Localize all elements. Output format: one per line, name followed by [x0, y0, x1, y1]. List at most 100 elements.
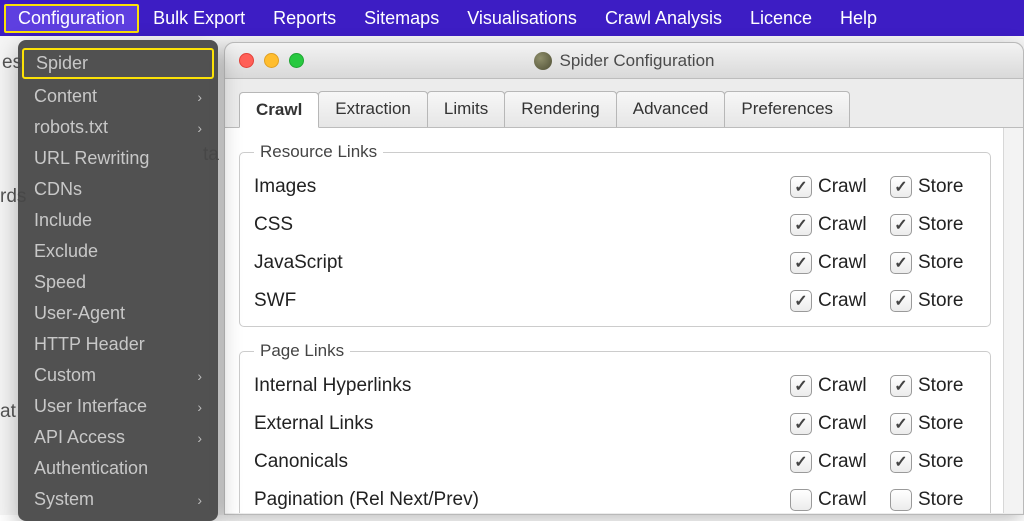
crawl-checkbox[interactable]	[790, 252, 812, 274]
option-store: Store	[890, 290, 982, 312]
submenu-exclude[interactable]: Exclude	[18, 236, 218, 267]
spider-icon	[534, 52, 552, 70]
option-crawl: Crawl	[790, 489, 882, 511]
submenu-cdns[interactable]: CDNs	[18, 174, 218, 205]
chevron-right-icon: ›	[197, 89, 202, 105]
option-label: Canonicals	[254, 451, 782, 473]
submenu-user-agent[interactable]: User-Agent	[18, 298, 218, 329]
submenu-api-access[interactable]: API Access ›	[18, 422, 218, 453]
option-crawl: Crawl	[790, 290, 882, 312]
dialog-title-text: Spider Configuration	[560, 51, 715, 71]
store-checkbox[interactable]	[890, 252, 912, 274]
option-crawl: Crawl	[790, 252, 882, 274]
tab-limits[interactable]: Limits	[427, 91, 505, 127]
submenu-authentication[interactable]: Authentication	[18, 453, 218, 484]
crawl-label: Crawl	[818, 489, 867, 511]
crawl-label: Crawl	[818, 176, 867, 198]
crawl-label: Crawl	[818, 413, 867, 435]
option-row: CSS Crawl Store	[254, 206, 982, 244]
store-checkbox[interactable]	[890, 214, 912, 236]
submenu-speed[interactable]: Speed	[18, 267, 218, 298]
submenu-label: Exclude	[34, 241, 98, 262]
crawl-label: Crawl	[818, 214, 867, 236]
crawl-label: Crawl	[818, 451, 867, 473]
crawl-tab-content: Resource LinksImagesCrawlStoreCSSCrawlSt…	[225, 128, 1003, 513]
tab-crawl[interactable]: Crawl	[239, 92, 319, 128]
store-checkbox[interactable]	[890, 451, 912, 473]
store-label: Store	[918, 413, 963, 435]
option-crawl: Crawl	[790, 413, 882, 435]
crawl-checkbox[interactable]	[790, 413, 812, 435]
menu-help[interactable]: Help	[826, 4, 891, 33]
tab-rendering[interactable]: Rendering	[504, 91, 616, 127]
crawl-checkbox[interactable]	[790, 375, 812, 397]
submenu-label: Spider	[36, 53, 88, 74]
crawl-checkbox[interactable]	[790, 214, 812, 236]
submenu-user-interface[interactable]: User Interface›	[18, 391, 218, 422]
store-checkbox[interactable]	[890, 290, 912, 312]
store-label: Store	[918, 214, 963, 236]
menu-visualisations[interactable]: Visualisations	[453, 4, 591, 33]
store-checkbox[interactable]	[890, 375, 912, 397]
option-crawl: Crawl	[790, 451, 882, 473]
store-checkbox[interactable]	[890, 176, 912, 198]
menu-sitemaps[interactable]: Sitemaps	[350, 4, 453, 33]
store-label: Store	[918, 375, 963, 397]
store-checkbox[interactable]	[890, 489, 912, 511]
menubar: ConfigurationBulk ExportReportsSitemapsV…	[0, 0, 1024, 36]
submenu-custom[interactable]: Custom ›	[18, 360, 218, 391]
tab-advanced[interactable]: Advanced	[616, 91, 726, 127]
submenu-spider[interactable]: Spider	[22, 48, 214, 79]
option-row: SWFCrawlStore	[254, 282, 982, 320]
crawl-checkbox[interactable]	[790, 290, 812, 312]
submenu-label: User Interface	[34, 396, 147, 417]
submenu-label: URL Rewriting	[34, 148, 149, 169]
menu-reports[interactable]: Reports	[259, 4, 350, 33]
bg-fragment: at	[0, 401, 16, 423]
store-checkbox[interactable]	[890, 413, 912, 435]
store-label: Store	[918, 252, 963, 274]
option-store: Store	[890, 375, 982, 397]
submenu-label: System	[34, 489, 94, 510]
option-row: Pagination (Rel Next/Prev)CrawlStore	[254, 481, 982, 513]
menu-crawl-analysis[interactable]: Crawl Analysis	[591, 4, 736, 33]
menu-configuration[interactable]: Configuration	[4, 4, 139, 33]
crawl-checkbox[interactable]	[790, 489, 812, 511]
option-label: External Links	[254, 413, 782, 435]
dialog-titlebar: Spider Configuration	[225, 43, 1023, 79]
tab-extraction[interactable]: Extraction	[318, 91, 428, 127]
crawl-label: Crawl	[818, 375, 867, 397]
submenu-label: API Access	[34, 427, 125, 448]
chevron-right-icon: ›	[197, 430, 202, 446]
chevron-right-icon: ›	[197, 120, 202, 136]
submenu-http-header[interactable]: HTTP Header	[18, 329, 218, 360]
option-row: CanonicalsCrawlStore	[254, 443, 982, 481]
submenu-content[interactable]: Content ›	[18, 81, 218, 112]
chevron-right-icon: ›	[197, 368, 202, 384]
tab-preferences[interactable]: Preferences	[724, 91, 850, 127]
scrollbar[interactable]	[1003, 128, 1023, 513]
option-label: JavaScript	[254, 252, 782, 274]
crawl-checkbox[interactable]	[790, 176, 812, 198]
option-store: Store	[890, 413, 982, 435]
group-resource-links: Resource LinksImagesCrawlStoreCSSCrawlSt…	[239, 142, 991, 327]
chevron-right-icon: ›	[197, 492, 202, 508]
group-legend: Page Links	[254, 341, 350, 361]
option-label: Images	[254, 176, 782, 198]
crawl-checkbox[interactable]	[790, 451, 812, 473]
submenu-label: Custom	[34, 365, 96, 386]
submenu-label: HTTP Header	[34, 334, 145, 355]
submenu-label: Content	[34, 86, 97, 107]
submenu-include[interactable]: Include	[18, 205, 218, 236]
menu-bulk-export[interactable]: Bulk Export	[139, 4, 259, 33]
submenu-url-rewriting[interactable]: URL Rewriting	[18, 143, 218, 174]
submenu-robots-txt[interactable]: robots.txt›	[18, 112, 218, 143]
option-label: CSS	[254, 214, 782, 236]
crawl-label: Crawl	[818, 290, 867, 312]
option-crawl: Crawl	[790, 176, 882, 198]
option-store: Store	[890, 489, 982, 511]
submenu-label: Authentication	[34, 458, 148, 479]
menu-licence[interactable]: Licence	[736, 4, 826, 33]
submenu-system[interactable]: System ›	[18, 484, 218, 515]
option-crawl: Crawl	[790, 375, 882, 397]
